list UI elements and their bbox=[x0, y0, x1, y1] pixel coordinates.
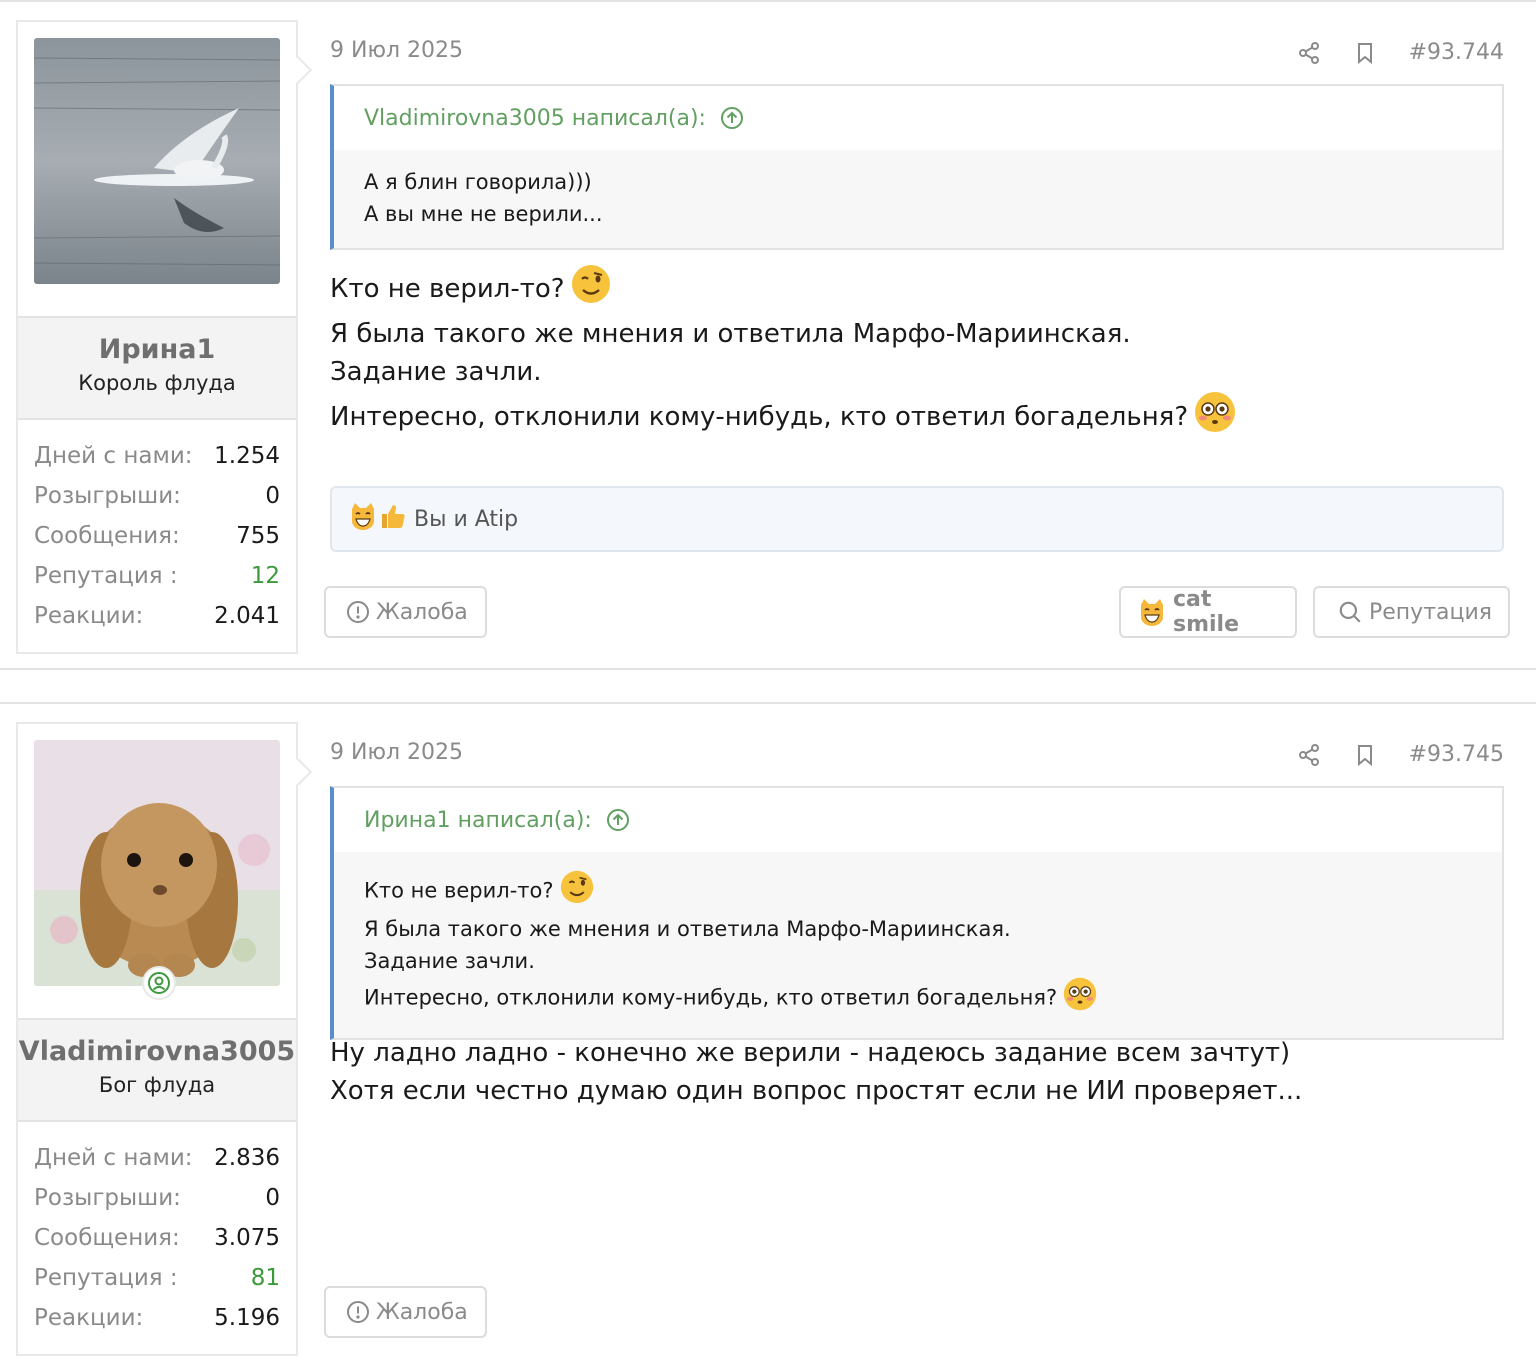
stat-value: 12 bbox=[250, 563, 280, 589]
stat-value: 81 bbox=[250, 1265, 280, 1291]
user-stats: Дней с нами: 1.254 Розыгрыши: 0 Сообщения:… bbox=[18, 420, 296, 638]
avatar[interactable] bbox=[34, 38, 280, 284]
stat-value: 755 bbox=[236, 523, 280, 549]
exclamation-circle-icon bbox=[346, 600, 370, 624]
bookmark-icon[interactable] bbox=[1353, 41, 1377, 65]
stat-label: Реакции: bbox=[34, 603, 144, 629]
stat-label: Дней с нами: bbox=[34, 1145, 193, 1171]
username[interactable]: Vladimirovna3005 bbox=[18, 1036, 296, 1067]
stat-label: Репутация : bbox=[34, 563, 178, 589]
post-93744: Ирина1 Король флуда Дней с нами: 1.254 Ро… bbox=[0, 0, 1536, 670]
message-body: Ну ладно ладно - конечно же верили - над… bbox=[330, 1034, 1504, 1110]
post-93745: Vladimirovna3005 Бог флуда Дней с нами: 2… bbox=[0, 702, 1536, 1364]
quote-block: Vladimirovna3005 написал(а): А я блин го… bbox=[330, 84, 1504, 250]
thumbs-up-emoji bbox=[378, 501, 408, 537]
reactions-bar[interactable]: Вы и Atip bbox=[330, 486, 1504, 552]
exclamation-circle-icon bbox=[346, 1300, 370, 1324]
quote-line: Интересно, отклонили кому-нибудь, кто от… bbox=[364, 985, 1058, 1010]
quote-author[interactable]: Vladimirovna3005 написал(а): bbox=[364, 106, 706, 131]
post-number[interactable]: #93.745 bbox=[1409, 742, 1504, 767]
share-icon[interactable] bbox=[1297, 41, 1321, 65]
arrow-up-circle-icon[interactable] bbox=[720, 106, 744, 130]
winking-face-emoji bbox=[560, 870, 594, 913]
message-line: Я была такого же мнения и ответила Марфо… bbox=[330, 319, 1131, 349]
username[interactable]: Ирина1 bbox=[18, 334, 296, 365]
reputation-button[interactable]: Репутация bbox=[1313, 586, 1510, 638]
cat-smile-button[interactable]: cat smile bbox=[1119, 586, 1297, 638]
grinning-cat-emoji bbox=[348, 501, 378, 537]
message-body: Кто не верил-то? Я была такого же мнения… bbox=[330, 264, 1504, 444]
quote-line: Кто не верил-то? bbox=[364, 878, 554, 903]
message-line: Интересно, отклонили кому-нибудь, кто от… bbox=[330, 402, 1189, 432]
report-label: Жалоба bbox=[376, 1299, 468, 1325]
stat-value: 5.196 bbox=[214, 1305, 280, 1331]
quote-line: Задание зачли. bbox=[364, 949, 535, 973]
message-line: Кто не верил-то? bbox=[330, 274, 565, 304]
user-title: Бог флуда bbox=[98, 1073, 216, 1097]
reactions-text[interactable]: Вы и Atip bbox=[414, 507, 518, 532]
quote-line: Я была такого же мнения и ответила Марфо… bbox=[364, 917, 1011, 941]
message-line: Задание зачли. bbox=[330, 357, 542, 387]
stat-label: Сообщения: bbox=[34, 1225, 180, 1251]
person-circle-icon bbox=[142, 966, 176, 1000]
post-date[interactable]: 9 Июл 2025 bbox=[330, 38, 463, 63]
winking-face-emoji bbox=[571, 264, 611, 315]
report-button[interactable]: Жалоба bbox=[324, 586, 487, 638]
user-stats: Дней с нами: 2.836 Розыгрыши: 0 Сообщения:… bbox=[18, 1122, 296, 1340]
message-line: Хотя если честно думаю один вопрос прост… bbox=[330, 1076, 1303, 1106]
user-title: Король флуда bbox=[78, 371, 236, 395]
stat-label: Розыгрыши: bbox=[34, 483, 181, 509]
reputation-label: Репутация bbox=[1369, 599, 1493, 625]
post-number[interactable]: #93.744 bbox=[1409, 40, 1504, 65]
report-button[interactable]: Жалоба bbox=[324, 1286, 487, 1338]
quote-block: Ирина1 написал(а): Кто не верил-то? Я бы… bbox=[330, 786, 1504, 1040]
stat-label: Репутация : bbox=[34, 1265, 178, 1291]
stat-value: 2.836 bbox=[214, 1145, 280, 1171]
user-panel: Ирина1 Король флуда Дней с нами: 1.254 Ро… bbox=[16, 20, 313, 654]
stat-value: 0 bbox=[265, 1185, 280, 1211]
bookmark-icon[interactable] bbox=[1353, 743, 1377, 767]
report-label: Жалоба bbox=[376, 599, 468, 625]
flushed-face-emoji bbox=[1063, 977, 1097, 1020]
stat-value: 1.254 bbox=[214, 443, 280, 469]
stat-label: Розыгрыши: bbox=[34, 1185, 181, 1211]
message-line: Ну ладно ладно - конечно же верили - над… bbox=[330, 1038, 1291, 1068]
cat-smile-label: cat smile bbox=[1173, 587, 1240, 637]
post-date[interactable]: 9 Июл 2025 bbox=[330, 740, 463, 765]
arrow-up-circle-icon[interactable] bbox=[606, 808, 630, 832]
stat-value: 0 bbox=[265, 483, 280, 509]
stat-label: Реакции: bbox=[34, 1305, 144, 1331]
flushed-face-emoji bbox=[1194, 391, 1236, 444]
stat-label: Дней с нами: bbox=[34, 443, 193, 469]
quote-author[interactable]: Ирина1 написал(а): bbox=[364, 808, 592, 833]
stat-value: 3.075 bbox=[214, 1225, 280, 1251]
avatar[interactable] bbox=[34, 740, 280, 986]
quote-line: А вы мне не верили... bbox=[364, 202, 603, 226]
user-panel: Vladimirovna3005 Бог флуда Дней с нами: 2… bbox=[16, 722, 313, 1356]
stat-label: Сообщения: bbox=[34, 523, 180, 549]
grinning-cat-emoji bbox=[1137, 597, 1167, 627]
search-icon bbox=[1337, 599, 1363, 625]
share-icon[interactable] bbox=[1297, 743, 1321, 767]
quote-line: А я блин говорила))) bbox=[364, 170, 592, 194]
stat-value: 2.041 bbox=[214, 603, 280, 629]
